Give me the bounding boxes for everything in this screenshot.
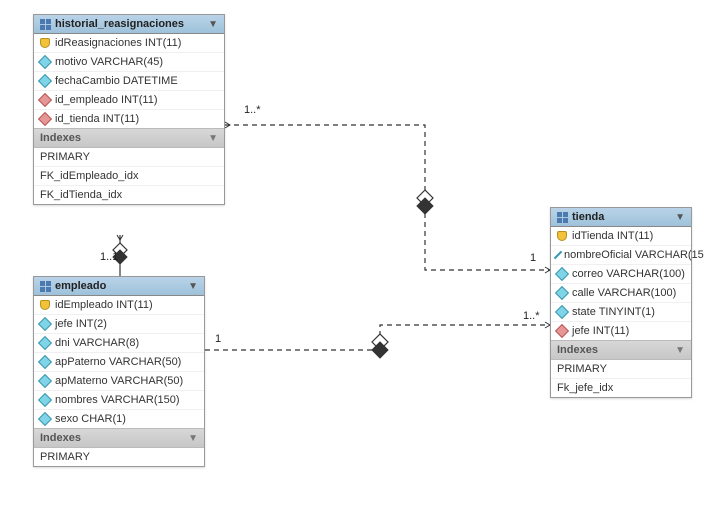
- foreign-key-icon: [38, 93, 52, 107]
- column-label: nombreOficial VARCHAR(150): [564, 249, 704, 261]
- collapse-icon[interactable]: ▼: [188, 433, 198, 444]
- erd-canvas: 1..* 1 1..1 1 1..* historial_reasignacio…: [0, 0, 704, 509]
- column-row[interactable]: sexo CHAR(1): [34, 410, 204, 428]
- column-icon: [555, 305, 569, 319]
- columns-list: idTienda INT(11) nombreOficial VARCHAR(15…: [551, 227, 691, 340]
- column-row[interactable]: apPaterno VARCHAR(50): [34, 353, 204, 372]
- column-icon: [38, 317, 52, 331]
- cardinality-label: 1..*: [244, 104, 261, 116]
- column-icon: [38, 374, 52, 388]
- cardinality-label: 1: [530, 252, 536, 264]
- column-label: jefe INT(11): [572, 325, 629, 337]
- indexes-list: PRIMARYFk_jefe_idx: [551, 360, 691, 397]
- indexes-header[interactable]: Indexes ▼: [551, 340, 691, 360]
- table-tienda[interactable]: tienda ▼ idTienda INT(11) nombreOficial V…: [550, 207, 692, 398]
- collapse-icon[interactable]: ▼: [188, 281, 198, 292]
- primary-key-icon: [40, 38, 50, 48]
- indexes-list: PRIMARY: [34, 448, 204, 466]
- cardinality-label: 1..*: [523, 310, 540, 322]
- column-icon: [38, 412, 52, 426]
- column-icon: [554, 251, 562, 259]
- column-row[interactable]: fechaCambio DATETIME: [34, 72, 224, 91]
- indexes-header[interactable]: Indexes ▼: [34, 128, 224, 148]
- column-icon: [38, 55, 52, 69]
- columns-list: idReasignaciones INT(11) motivo VARCHAR(4…: [34, 34, 224, 128]
- indexes-header[interactable]: Indexes ▼: [34, 428, 204, 448]
- cardinality-label: 1: [215, 333, 221, 345]
- column-label: nombres VARCHAR(150): [55, 394, 180, 406]
- column-row[interactable]: idReasignaciones INT(11): [34, 34, 224, 53]
- cardinality-label: 1..1: [100, 251, 118, 263]
- column-row[interactable]: nombreOficial VARCHAR(150): [551, 246, 691, 265]
- index-row[interactable]: PRIMARY: [551, 360, 691, 379]
- column-label: state TINYINT(1): [572, 306, 655, 318]
- table-empleado[interactable]: empleado ▼ idEmpleado INT(11) jefe INT(2)…: [33, 276, 205, 467]
- column-icon: [38, 355, 52, 369]
- column-label: dni VARCHAR(8): [55, 337, 139, 349]
- column-icon: [38, 336, 52, 350]
- primary-key-icon: [40, 300, 50, 310]
- column-label: idTienda INT(11): [572, 230, 653, 242]
- column-row[interactable]: jefe INT(11): [551, 322, 691, 340]
- column-row[interactable]: apMaterno VARCHAR(50): [34, 372, 204, 391]
- collapse-icon[interactable]: ▼: [208, 133, 218, 144]
- column-row[interactable]: nombres VARCHAR(150): [34, 391, 204, 410]
- column-label: fechaCambio DATETIME: [55, 75, 178, 87]
- table-icon: [40, 281, 51, 292]
- column-label: id_empleado INT(11): [55, 94, 158, 106]
- column-row[interactable]: idTienda INT(11): [551, 227, 691, 246]
- index-row[interactable]: FK_idEmpleado_idx: [34, 167, 224, 186]
- index-row[interactable]: FK_idTienda_idx: [34, 186, 224, 204]
- column-row[interactable]: state TINYINT(1): [551, 303, 691, 322]
- column-label: id_tienda INT(11): [55, 113, 139, 125]
- column-row[interactable]: id_tienda INT(11): [34, 110, 224, 128]
- foreign-key-icon: [38, 112, 52, 126]
- table-title: historial_reasignaciones: [55, 18, 184, 30]
- column-row[interactable]: jefe INT(2): [34, 315, 204, 334]
- column-row[interactable]: correo VARCHAR(100): [551, 265, 691, 284]
- indexes-list: PRIMARYFK_idEmpleado_idxFK_idTienda_idx: [34, 148, 224, 204]
- table-icon: [557, 212, 568, 223]
- column-label: motivo VARCHAR(45): [55, 56, 163, 68]
- column-label: apPaterno VARCHAR(50): [55, 356, 181, 368]
- columns-list: idEmpleado INT(11) jefe INT(2) dni VARCHAR…: [34, 296, 204, 428]
- table-header[interactable]: historial_reasignaciones ▼: [34, 15, 224, 34]
- table-header[interactable]: empleado ▼: [34, 277, 204, 296]
- table-historial-reasignaciones[interactable]: historial_reasignaciones ▼ idReasignacio…: [33, 14, 225, 205]
- primary-key-icon: [557, 231, 567, 241]
- foreign-key-icon: [555, 324, 569, 338]
- column-label: idReasignaciones INT(11): [55, 37, 181, 49]
- column-label: sexo CHAR(1): [55, 413, 126, 425]
- column-row[interactable]: calle VARCHAR(100): [551, 284, 691, 303]
- collapse-icon[interactable]: ▼: [675, 345, 685, 356]
- column-label: calle VARCHAR(100): [572, 287, 676, 299]
- column-icon: [38, 393, 52, 407]
- column-label: apMaterno VARCHAR(50): [55, 375, 183, 387]
- column-row[interactable]: dni VARCHAR(8): [34, 334, 204, 353]
- column-icon: [38, 74, 52, 88]
- table-title: tienda: [572, 211, 604, 223]
- column-label: idEmpleado INT(11): [55, 299, 153, 311]
- column-icon: [555, 286, 569, 300]
- index-row[interactable]: PRIMARY: [34, 148, 224, 167]
- column-row[interactable]: id_empleado INT(11): [34, 91, 224, 110]
- column-label: correo VARCHAR(100): [572, 268, 685, 280]
- column-row[interactable]: motivo VARCHAR(45): [34, 53, 224, 72]
- table-header[interactable]: tienda ▼: [551, 208, 691, 227]
- collapse-icon[interactable]: ▼: [208, 19, 218, 30]
- index-row[interactable]: Fk_jefe_idx: [551, 379, 691, 397]
- column-row[interactable]: idEmpleado INT(11): [34, 296, 204, 315]
- table-icon: [40, 19, 51, 30]
- index-row[interactable]: PRIMARY: [34, 448, 204, 466]
- table-title: empleado: [55, 280, 106, 292]
- column-label: jefe INT(2): [55, 318, 107, 330]
- collapse-icon[interactable]: ▼: [675, 212, 685, 223]
- column-icon: [555, 267, 569, 281]
